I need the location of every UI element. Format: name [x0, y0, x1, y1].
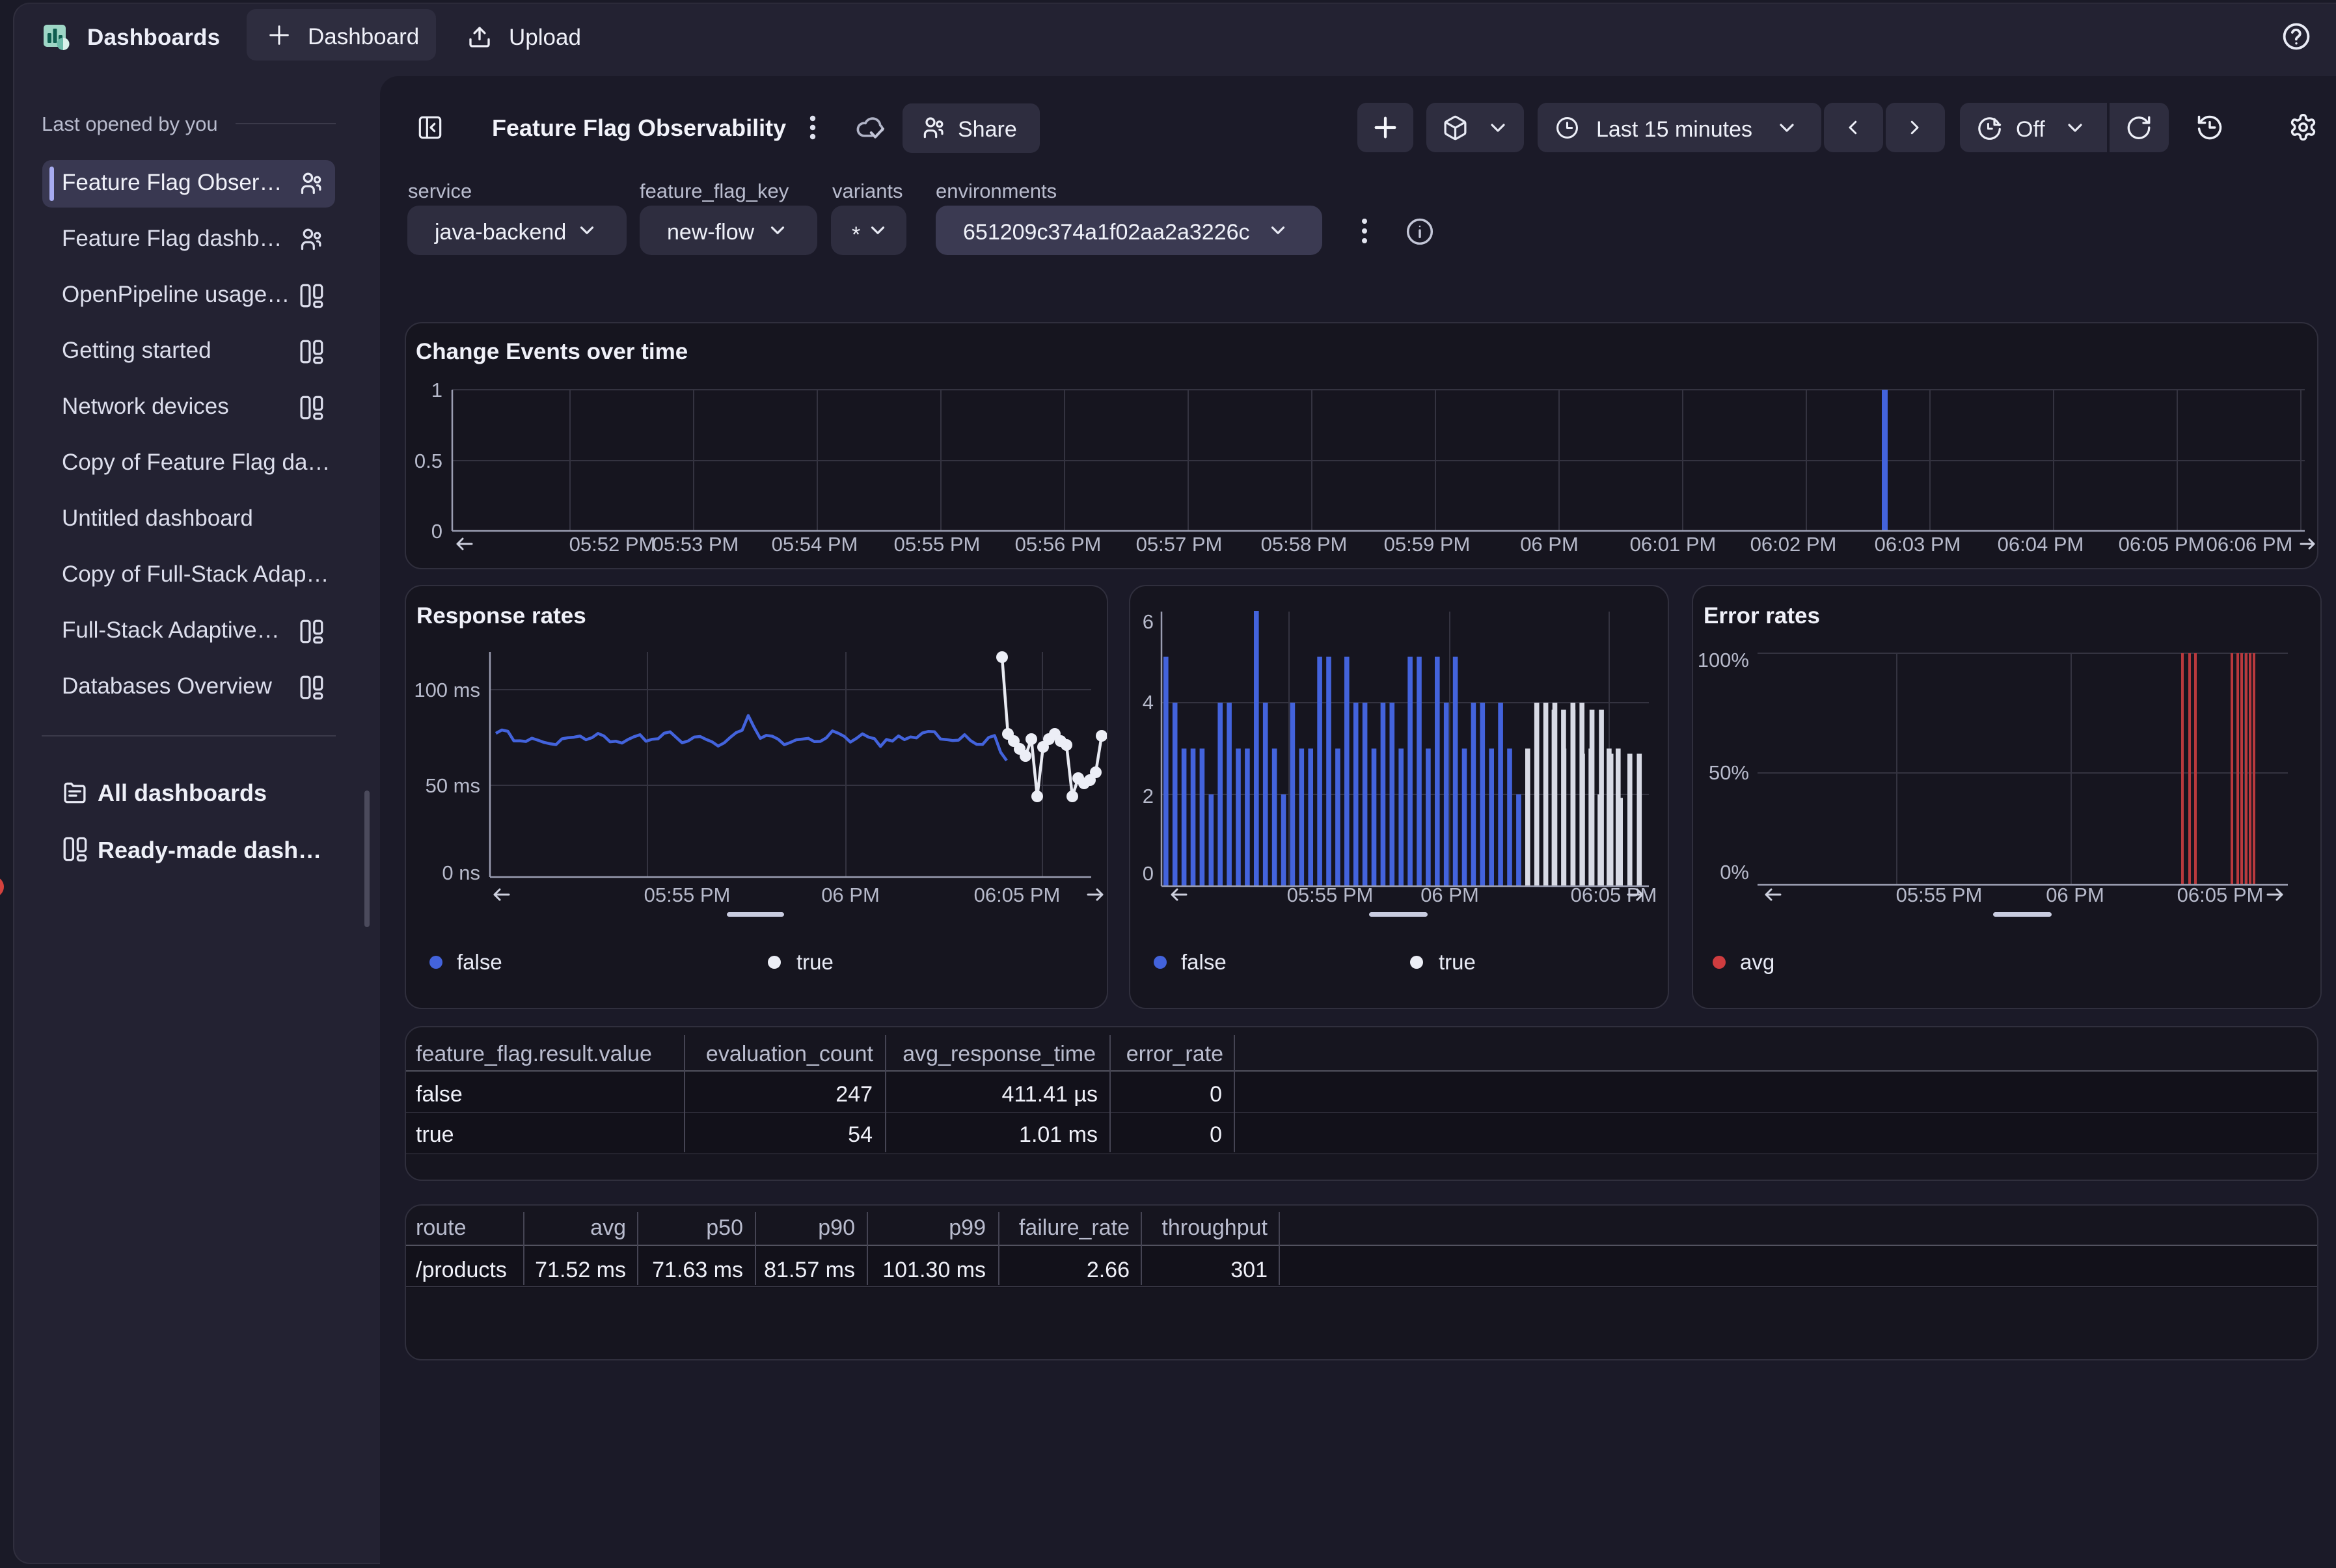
svg-text:0 ns: 0 ns: [442, 861, 480, 884]
svg-text:1: 1: [431, 379, 442, 401]
svg-text:0: 0: [1143, 862, 1154, 885]
svg-text:50%: 50%: [1709, 761, 1749, 784]
svg-text:06 PM: 06 PM: [1420, 884, 1479, 906]
svg-text:05:55 PM: 05:55 PM: [644, 884, 731, 906]
svg-text:2: 2: [1143, 785, 1154, 807]
svg-text:06 PM: 06 PM: [2046, 884, 2104, 906]
svg-text:0: 0: [431, 520, 442, 543]
svg-text:06 PM: 06 PM: [821, 884, 880, 906]
svg-text:4: 4: [1143, 691, 1154, 714]
svg-text:05:54 PM: 05:54 PM: [772, 533, 858, 556]
svg-text:06:04 PM: 06:04 PM: [1998, 533, 2084, 556]
svg-text:false: false: [1181, 950, 1227, 974]
svg-text:06:05 PM: 06:05 PM: [2119, 533, 2205, 556]
svg-text:05:55 PM: 05:55 PM: [894, 533, 981, 556]
svg-text:50 ms: 50 ms: [426, 774, 480, 797]
svg-text:05:52 PM: 05:52 PM: [569, 533, 656, 556]
svg-text:true: true: [1439, 950, 1476, 974]
svg-text:05:53 PM: 05:53 PM: [653, 533, 739, 556]
svg-text:06:05 PM: 06:05 PM: [974, 884, 1061, 906]
svg-text:05:55 PM: 05:55 PM: [1287, 884, 1374, 906]
svg-text:05:55 PM: 05:55 PM: [1896, 884, 1983, 906]
svg-text:06 PM: 06 PM: [1520, 533, 1579, 556]
svg-text:05:58 PM: 05:58 PM: [1261, 533, 1348, 556]
svg-text:100%: 100%: [1698, 649, 1749, 671]
svg-text:06:05 PM: 06:05 PM: [1571, 884, 1657, 906]
svg-text:06:05 PM: 06:05 PM: [2177, 884, 2264, 906]
svg-text:avg: avg: [1740, 950, 1774, 974]
svg-text:05:57 PM: 05:57 PM: [1136, 533, 1223, 556]
svg-text:true: true: [796, 950, 834, 974]
svg-text:06:03 PM: 06:03 PM: [1875, 533, 1961, 556]
svg-text:06:02 PM: 06:02 PM: [1750, 533, 1837, 556]
svg-text:6: 6: [1143, 610, 1154, 633]
svg-text:0%: 0%: [1720, 861, 1749, 884]
svg-text:05:56 PM: 05:56 PM: [1015, 533, 1102, 556]
svg-text:06:06 PM: 06:06 PM: [2207, 533, 2293, 556]
svg-text:false: false: [457, 950, 502, 974]
svg-text:0.5: 0.5: [414, 450, 442, 472]
svg-text:06:01 PM: 06:01 PM: [1630, 533, 1717, 556]
svg-text:05:59 PM: 05:59 PM: [1384, 533, 1471, 556]
svg-text:100 ms: 100 ms: [414, 679, 480, 701]
